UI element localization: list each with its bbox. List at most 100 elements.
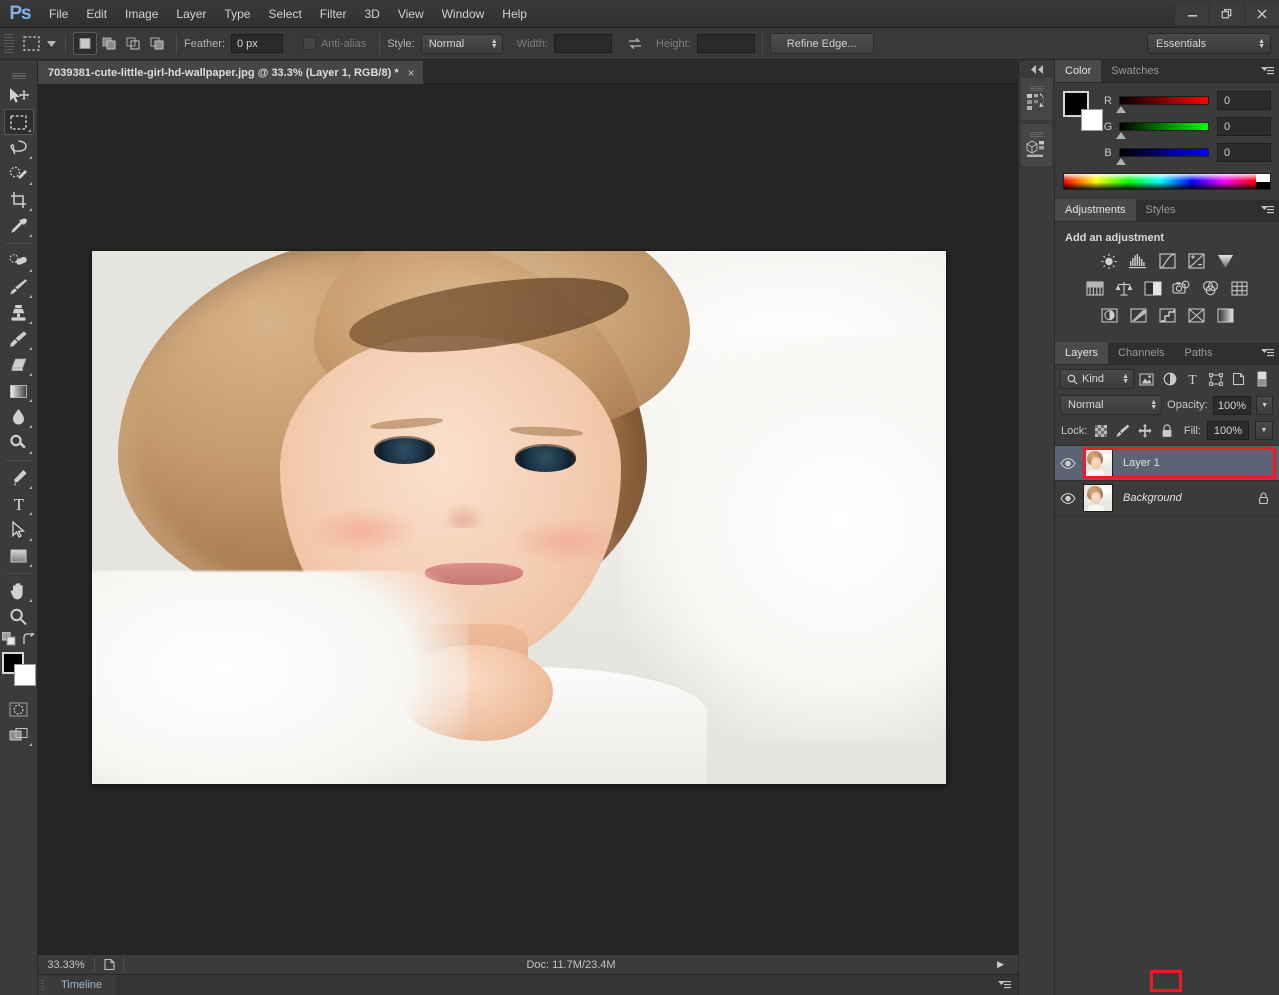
selective-color-icon[interactable] xyxy=(1215,306,1235,324)
dodge-tool[interactable] xyxy=(4,430,34,456)
options-bar-grip[interactable] xyxy=(4,33,14,55)
green-value-input[interactable]: 0 xyxy=(1217,117,1271,136)
zoom-tool[interactable] xyxy=(4,604,34,630)
green-slider-thumb[interactable] xyxy=(1116,132,1126,139)
photo-filter-icon[interactable] xyxy=(1172,279,1192,297)
lock-image-pixels-icon[interactable] xyxy=(1115,423,1131,439)
gradient-tool[interactable] xyxy=(4,378,34,404)
style-select[interactable]: Normal ▲▼ xyxy=(421,34,503,54)
tab-styles[interactable]: Styles xyxy=(1136,199,1186,221)
close-icon[interactable]: × xyxy=(408,66,415,80)
red-slider-thumb[interactable] xyxy=(1116,106,1126,113)
background-color-swatch[interactable] xyxy=(14,664,36,686)
quick-selection-tool[interactable] xyxy=(4,161,34,187)
tab-color[interactable]: Color xyxy=(1055,60,1101,82)
opacity-input[interactable]: 100% xyxy=(1213,396,1252,415)
channel-mixer-icon[interactable] xyxy=(1201,279,1221,297)
subtract-from-selection-button[interactable] xyxy=(121,32,145,55)
rectangular-marquee-icon[interactable] xyxy=(18,32,44,56)
screen-mode-button[interactable] xyxy=(4,722,34,748)
black-white-icon[interactable] xyxy=(1143,279,1163,297)
swap-colors-icon[interactable] xyxy=(22,633,36,646)
tool-preset-chevron-down-icon[interactable] xyxy=(44,32,58,56)
tab-timeline[interactable]: Timeline xyxy=(47,975,116,995)
minimize-button[interactable] xyxy=(1174,3,1209,25)
blue-value-input[interactable]: 0 xyxy=(1217,143,1271,162)
menu-file[interactable]: File xyxy=(40,0,77,28)
tools-panel-grip[interactable] xyxy=(12,73,26,79)
layer-filter-kind-select[interactable]: Kind ▲▼ xyxy=(1060,369,1134,389)
status-expand-icon[interactable]: ▶ xyxy=(997,959,1004,970)
levels-icon[interactable] xyxy=(1128,252,1148,270)
move-tool[interactable] xyxy=(4,83,34,109)
canvas-area[interactable] xyxy=(38,84,1018,954)
menu-select[interactable]: Select xyxy=(259,0,310,28)
tab-paths[interactable]: Paths xyxy=(1175,342,1223,364)
close-button[interactable] xyxy=(1244,3,1279,25)
opacity-chevron-down-icon[interactable]: ▼ xyxy=(1256,396,1273,415)
vibrance-icon[interactable] xyxy=(1215,252,1235,270)
filter-shape-icon[interactable] xyxy=(1205,369,1226,389)
layer-row-layer-1[interactable]: Layer 1 xyxy=(1055,446,1279,481)
filter-type-icon[interactable]: T xyxy=(1182,369,1203,389)
type-tool[interactable]: T xyxy=(4,491,34,517)
red-slider[interactable] xyxy=(1119,96,1209,105)
menu-image[interactable]: Image xyxy=(116,0,167,28)
menu-edit[interactable]: Edit xyxy=(77,0,116,28)
color-lookup-icon[interactable] xyxy=(1230,279,1250,297)
blend-mode-select[interactable]: Normal ▲▼ xyxy=(1060,395,1162,415)
menu-window[interactable]: Window xyxy=(433,0,494,28)
quick-mask-button[interactable] xyxy=(4,696,34,722)
history-panel-icon[interactable] xyxy=(1020,77,1053,121)
history-brush-tool[interactable] xyxy=(4,326,34,352)
posterize-icon[interactable] xyxy=(1128,306,1148,324)
zoom-level-input[interactable]: 33.33% xyxy=(38,959,94,971)
exposure-icon[interactable] xyxy=(1186,252,1206,270)
anti-alias-checkbox[interactable] xyxy=(303,37,316,50)
document-tab[interactable]: 7039381-cute-little-girl-hd-wallpaper.jp… xyxy=(38,61,424,84)
layer-row-background[interactable]: Background xyxy=(1055,481,1279,516)
panel-menu-icon[interactable] xyxy=(1261,205,1274,216)
new-selection-button[interactable] xyxy=(73,32,97,55)
width-input[interactable] xyxy=(554,34,612,53)
green-slider[interactable] xyxy=(1119,122,1209,131)
filter-adjustment-icon[interactable] xyxy=(1159,369,1180,389)
layer-thumbnail[interactable] xyxy=(1083,449,1113,477)
background-color-swatch[interactable] xyxy=(1081,109,1103,131)
mini-bridge-panel-icon[interactable] xyxy=(1020,123,1053,167)
brightness-contrast-icon[interactable] xyxy=(1099,252,1119,270)
filter-smart-object-icon[interactable] xyxy=(1228,369,1249,389)
layer-name[interactable]: Background xyxy=(1123,492,1182,504)
curves-icon[interactable] xyxy=(1157,252,1177,270)
fill-chevron-down-icon[interactable]: ▼ xyxy=(1255,421,1273,440)
document-info-icon[interactable] xyxy=(95,958,123,971)
intersect-with-selection-button[interactable] xyxy=(145,32,169,55)
pen-tool[interactable] xyxy=(4,465,34,491)
rectangular-marquee-tool[interactable] xyxy=(4,109,34,135)
gradient-map-icon[interactable] xyxy=(1186,306,1206,324)
panel-menu-icon[interactable] xyxy=(1261,348,1274,359)
panel-menu-icon[interactable] xyxy=(1261,66,1274,77)
lasso-tool[interactable] xyxy=(4,135,34,161)
layer-thumbnail[interactable] xyxy=(1083,484,1113,512)
blur-tool[interactable] xyxy=(4,404,34,430)
hand-tool[interactable] xyxy=(4,578,34,604)
rectangle-tool[interactable] xyxy=(4,543,34,569)
layer-visibility-toggle[interactable] xyxy=(1055,493,1080,504)
filter-pixel-icon[interactable] xyxy=(1136,369,1157,389)
document-canvas[interactable] xyxy=(92,251,946,784)
invert-icon[interactable] xyxy=(1099,306,1119,324)
blue-slider-thumb[interactable] xyxy=(1116,158,1126,165)
color-spectrum-ramp[interactable] xyxy=(1063,173,1271,190)
tab-channels[interactable]: Channels xyxy=(1108,342,1174,364)
lock-position-icon[interactable] xyxy=(1137,423,1153,439)
refine-edge-button[interactable]: Refine Edge... xyxy=(770,33,874,54)
hue-saturation-icon[interactable] xyxy=(1085,279,1105,297)
clone-stamp-tool[interactable] xyxy=(4,300,34,326)
brush-tool[interactable] xyxy=(4,274,34,300)
menu-filter[interactable]: Filter xyxy=(311,0,356,28)
eyedropper-tool[interactable] xyxy=(4,213,34,239)
swap-arrows-icon[interactable] xyxy=(622,32,648,56)
menu-view[interactable]: View xyxy=(389,0,433,28)
restore-button[interactable] xyxy=(1209,3,1244,25)
